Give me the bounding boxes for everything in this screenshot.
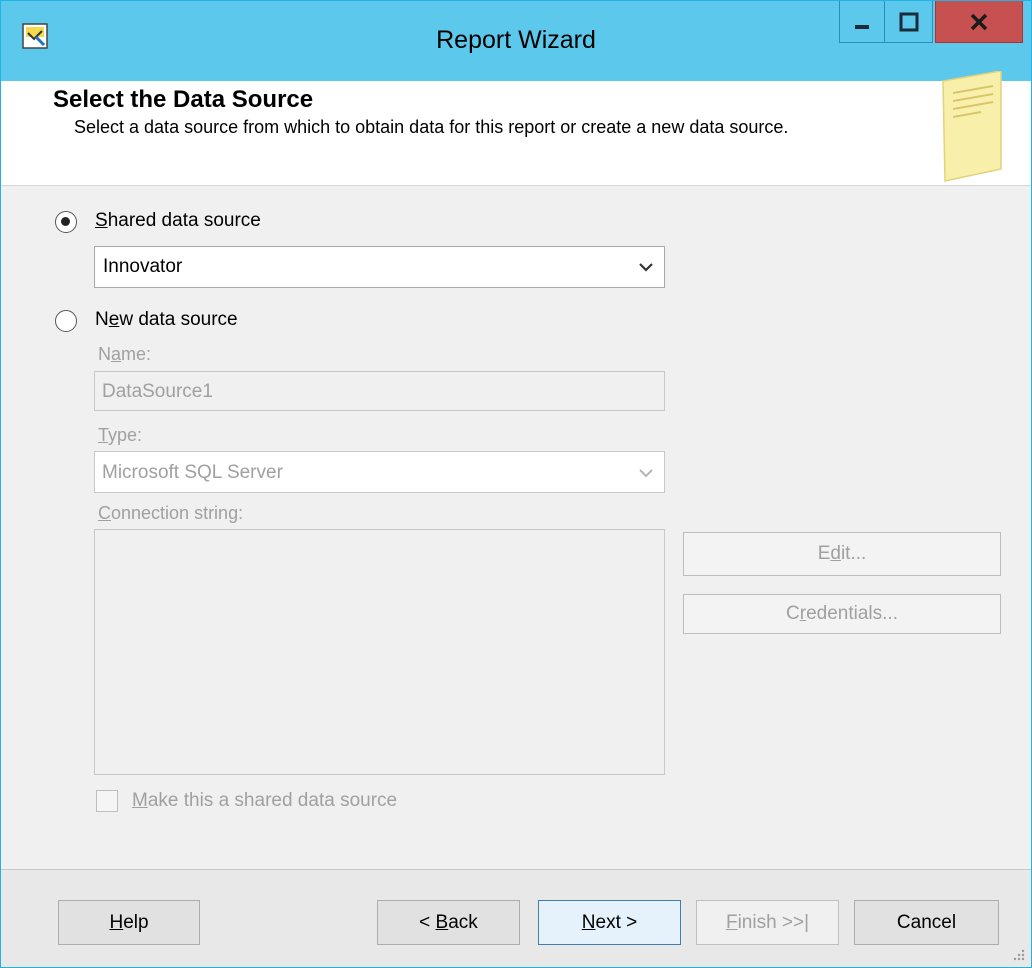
access-key-c: C <box>98 503 111 523</box>
edit-text: it... <box>840 543 867 564</box>
resize-grip-icon[interactable] <box>1011 947 1025 961</box>
credentials-button[interactable]: Credentials... <box>683 594 1001 634</box>
new-label-text: w data source <box>119 309 238 330</box>
report-wizard-window: Report Wizard Select the Data Source Sel… <box>0 0 1032 968</box>
shared-label-text: hared data source <box>107 210 261 231</box>
radio-selected-dot <box>61 217 70 226</box>
minimize-icon <box>855 24 869 29</box>
type-select-value: Microsoft SQL Server <box>102 462 283 483</box>
page-description: Select a data source from which to obtai… <box>74 117 789 137</box>
back-prefix: < <box>419 912 436 933</box>
chevron-down-icon <box>639 469 653 478</box>
access-key-f: F <box>725 912 738 933</box>
chevron-down-icon <box>639 263 653 272</box>
access-key-n: N <box>581 912 596 933</box>
conn-label-text: onnection string: <box>111 503 244 523</box>
close-icon <box>970 13 988 30</box>
cancel-button[interactable]: Cancel <box>854 900 999 945</box>
next-text: ext > <box>595 912 638 933</box>
name-label-first: N <box>98 344 111 364</box>
back-button[interactable]: < Back <box>377 900 520 945</box>
shared-data-source-radio[interactable] <box>55 211 77 233</box>
edit-first: E <box>817 543 831 564</box>
back-text: ack <box>448 912 478 933</box>
page-title: Select the Data Source <box>53 86 314 113</box>
access-key-a: a <box>111 344 122 364</box>
make-shared-text: ake this a shared data source <box>147 790 398 811</box>
finish-text: inish >>| <box>737 912 810 933</box>
new-data-source-label[interactable]: New data source <box>95 309 238 331</box>
access-key-s: S <box>95 210 108 231</box>
access-key-d: d <box>830 543 841 564</box>
shared-data-source-select[interactable]: Innovator <box>94 246 665 288</box>
type-select[interactable]: Microsoft SQL Server <box>94 451 665 493</box>
shared-data-source-label[interactable]: Shared data source <box>95 210 261 232</box>
cred-text: edentials... <box>806 603 898 624</box>
help-text: elp <box>123 912 149 933</box>
access-key-h: H <box>109 912 124 933</box>
name-label-text: me: <box>121 344 152 364</box>
maximize-button[interactable] <box>885 1 933 43</box>
make-shared-checkbox[interactable] <box>96 790 118 812</box>
access-key-b: B <box>435 912 449 933</box>
access-key-e: e <box>108 309 120 330</box>
help-button[interactable]: Help <box>58 900 200 945</box>
access-key-m: M <box>132 790 148 811</box>
wizard-header: Select the Data Source Select a data sou… <box>1 71 1031 186</box>
minimize-button[interactable] <box>839 1 885 43</box>
name-field[interactable]: DataSource1 <box>94 371 665 411</box>
name-field-value: DataSource1 <box>102 381 213 402</box>
new-label-first: N <box>95 309 109 330</box>
type-label-text: ype: <box>108 425 143 445</box>
shared-data-source-value: Innovator <box>103 256 183 277</box>
next-button[interactable]: Next > <box>538 900 681 945</box>
title-bar[interactable]: Report Wizard <box>1 1 1031 81</box>
connection-string-textarea[interactable] <box>94 529 665 775</box>
name-label: Name: <box>98 344 151 365</box>
close-button[interactable] <box>935 1 1023 43</box>
connection-string-label: Connection string: <box>98 503 243 524</box>
type-label: Type: <box>98 425 142 446</box>
finish-button[interactable]: Finish >>| <box>696 900 839 945</box>
new-data-source-radio[interactable] <box>55 310 77 332</box>
report-page-icon <box>942 71 1002 182</box>
make-shared-label[interactable]: Make this a shared data source <box>132 790 397 812</box>
cred-first: C <box>786 603 800 624</box>
edit-button[interactable]: Edit... <box>683 532 1001 576</box>
access-key-t: T <box>98 425 109 445</box>
maximize-icon <box>899 12 918 31</box>
